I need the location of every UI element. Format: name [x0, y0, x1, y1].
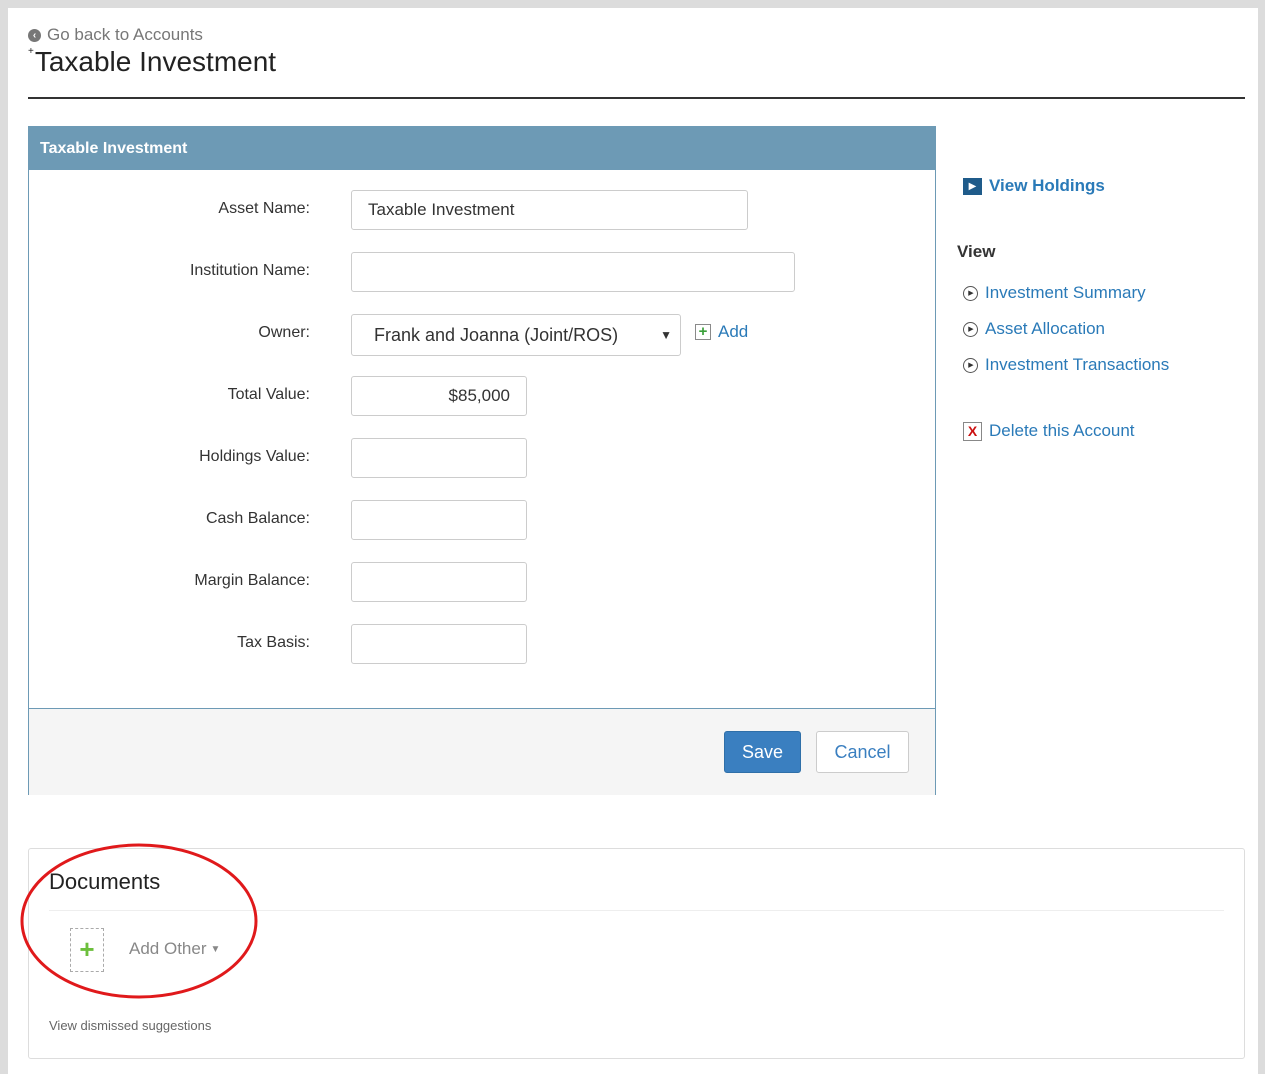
page-title-text: Taxable Investment — [34, 46, 277, 77]
owner-selected-value: Frank and Joanna (Joint/ROS) — [374, 325, 619, 345]
tax-basis-label: Tax Basis: — [237, 634, 310, 651]
cash-balance-label: Cash Balance: — [205, 510, 310, 527]
add-owner-label: Add — [718, 322, 749, 341]
cash-balance-input[interactable] — [351, 500, 527, 540]
holdings-value-row: Holdings Value: — [29, 438, 935, 480]
cash-balance-row: Cash Balance: — [29, 500, 935, 542]
margin-balance-row: Margin Balance: — [29, 562, 935, 604]
asset-name-label: Asset Name: — [218, 200, 310, 217]
investment-summary-label: Investment Summary — [985, 283, 1146, 302]
caret-down-icon: ▼ — [210, 944, 221, 955]
total-value-label: Total Value: — [227, 386, 310, 403]
play-circle-icon: ▶ — [963, 285, 978, 301]
documents-panel: Documents + Add Other ▼ View dismissed su… — [28, 848, 1245, 1059]
cancel-button[interactable]: Cancel — [816, 731, 909, 773]
plus-box-icon: + — [695, 324, 711, 340]
margin-balance-label: Margin Balance: — [194, 572, 310, 589]
view-dismissed-suggestions-link[interactable]: View dismissed suggestions — [49, 1018, 211, 1033]
asset-name-row: Asset Name: Taxable Investment — [29, 190, 935, 232]
owner-row: Owner: Frank and Joanna (Joint/ROS) ▼ + … — [29, 314, 935, 356]
save-button[interactable]: Save — [724, 731, 801, 773]
investment-transactions-label: Investment Transactions — [985, 355, 1170, 374]
delete-x-icon: X — [963, 421, 982, 441]
asset-allocation-link[interactable]: ▶ Asset Allocation — [963, 319, 1105, 339]
owner-label: Owner: — [258, 324, 310, 341]
documents-title: Documents — [49, 869, 161, 894]
page: ‹ Go back to Accounts +Taxable Investmen… — [8, 8, 1258, 1074]
tax-basis-input[interactable] — [351, 624, 527, 664]
play-circle-icon: ▶ — [963, 321, 978, 337]
institution-name-row: Institution Name: — [29, 252, 935, 294]
view-heading: View — [957, 242, 996, 261]
holdings-value-input[interactable] — [351, 438, 527, 478]
panel-footer: Save Cancel — [29, 708, 935, 795]
institution-name-label: Institution Name: — [189, 262, 310, 279]
dropdown-arrow-icon: ▼ — [660, 328, 672, 342]
title-marker: + — [28, 46, 34, 57]
play-square-icon: ▶ — [963, 177, 982, 195]
holdings-value-label: Holdings Value: — [199, 448, 310, 465]
investment-transactions-link[interactable]: ▶ Investment Transactions — [963, 355, 1169, 375]
institution-name-input[interactable] — [351, 252, 795, 292]
margin-balance-input[interactable] — [351, 562, 527, 602]
asset-name-input[interactable]: Taxable Investment — [351, 190, 748, 230]
page-title: +Taxable Investment — [28, 46, 276, 78]
play-circle-icon: ▶ — [963, 357, 978, 373]
view-holdings-link[interactable]: ▶ View Holdings — [963, 176, 1105, 196]
total-value-row: Total Value: $85,000 — [29, 376, 935, 418]
back-link-label: Go back to Accounts — [47, 25, 203, 44]
add-other-label: Add Other — [129, 939, 207, 958]
add-other-dropdown[interactable]: Add Other ▼ — [129, 939, 220, 959]
delete-account-label: Delete this Account — [989, 421, 1135, 440]
view-holdings-label: View Holdings — [989, 176, 1105, 195]
arrow-left-circle-icon: ‹ — [28, 28, 41, 42]
asset-allocation-label: Asset Allocation — [985, 319, 1106, 338]
tax-basis-row: Tax Basis: — [29, 624, 935, 666]
delete-account-link[interactable]: X Delete this Account — [963, 421, 1135, 441]
owner-select[interactable]: Frank and Joanna (Joint/ROS) ▼ — [351, 314, 681, 356]
add-owner-link[interactable]: + Add — [695, 322, 748, 342]
total-value-input[interactable]: $85,000 — [351, 376, 527, 416]
documents-divider — [49, 910, 1224, 911]
panel-heading: Taxable Investment — [29, 127, 935, 170]
back-to-accounts-link[interactable]: ‹ Go back to Accounts — [28, 25, 203, 45]
investment-summary-link[interactable]: ▶ Investment Summary — [963, 283, 1146, 303]
add-document-plus-icon[interactable]: + — [70, 928, 104, 972]
title-divider — [28, 97, 1245, 99]
account-form-panel: Taxable Investment Asset Name: Taxable I… — [28, 126, 936, 795]
